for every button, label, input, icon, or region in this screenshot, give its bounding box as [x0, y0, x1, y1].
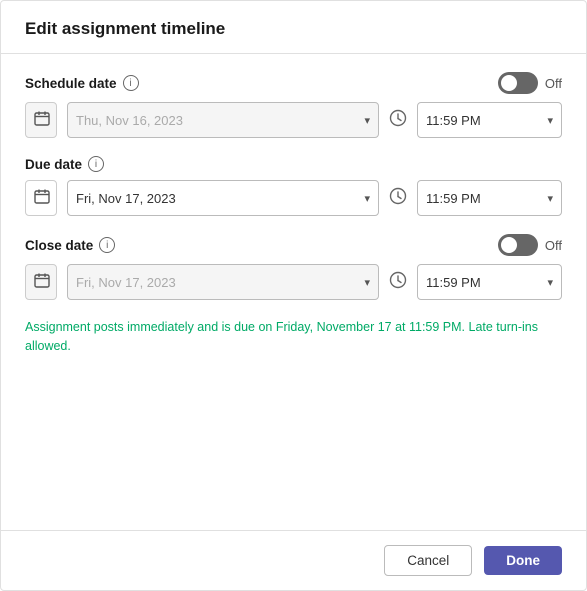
cancel-button[interactable]: Cancel: [384, 545, 472, 576]
due-calendar-icon: [34, 188, 50, 208]
schedule-time-chevron-icon: ▾: [547, 114, 553, 127]
edit-assignment-dialog: Edit assignment timeline Schedule date i…: [0, 0, 587, 591]
due-date-field-row: Fri, Nov 17, 2023 ▾ 11:59 PM ▾: [25, 180, 562, 216]
schedule-toggle[interactable]: [498, 72, 538, 94]
assignment-summary: Assignment posts immediately and is due …: [25, 318, 562, 356]
schedule-date-value: Thu, Nov 16, 2023: [76, 113, 356, 128]
close-time-chevron-icon: ▾: [547, 276, 553, 289]
close-date-value: Fri, Nov 17, 2023: [76, 275, 356, 290]
close-toggle-knob: [501, 237, 517, 253]
due-date-value: Fri, Nov 17, 2023: [76, 191, 356, 206]
due-info-icon[interactable]: i: [88, 156, 104, 172]
schedule-calendar-icon: [34, 110, 50, 130]
schedule-time-picker[interactable]: 11:59 PM ▾: [417, 102, 562, 138]
close-date-picker[interactable]: Fri, Nov 17, 2023 ▾: [67, 264, 379, 300]
dialog-header: Edit assignment timeline: [1, 1, 586, 54]
close-clock-icon: [389, 271, 407, 294]
close-toggle[interactable]: [498, 234, 538, 256]
close-toggle-group: Off: [498, 234, 562, 256]
due-time-chevron-icon: ▾: [547, 192, 553, 205]
schedule-date-label-row: Schedule date i Off: [25, 72, 562, 94]
schedule-date-field-row: Thu, Nov 16, 2023 ▾ 11:59 PM ▾: [25, 102, 562, 138]
schedule-toggle-group: Off: [498, 72, 562, 94]
due-date-picker[interactable]: Fri, Nov 17, 2023 ▾: [67, 180, 379, 216]
close-toggle-label: Off: [545, 238, 562, 253]
close-date-label: Close date: [25, 238, 93, 253]
schedule-date-chevron-icon: ▾: [364, 114, 370, 127]
due-time-value: 11:59 PM: [426, 191, 539, 206]
dialog-body: Schedule date i Off Thu, Nov 16, 2023 ▾: [1, 54, 586, 451]
due-calendar-icon-wrapper: [25, 180, 57, 216]
schedule-info-icon[interactable]: i: [123, 75, 139, 91]
close-date-label-row: Close date i Off: [25, 234, 562, 256]
schedule-clock-icon: [389, 109, 407, 131]
close-date-field-row: Fri, Nov 17, 2023 ▾ 11:59 PM ▾: [25, 264, 562, 300]
close-time-value: 11:59 PM: [426, 275, 539, 290]
close-calendar-icon: [34, 272, 50, 292]
due-date-chevron-icon: ▾: [364, 192, 370, 205]
due-clock-icon: [389, 187, 407, 210]
close-info-icon[interactable]: i: [99, 237, 115, 253]
close-date-chevron-icon: ▾: [364, 276, 370, 289]
due-date-label-row: Due date i: [25, 156, 562, 172]
schedule-calendar-icon-wrapper: [25, 102, 57, 138]
dialog-footer: Cancel Done: [1, 530, 586, 590]
schedule-time-value: 11:59 PM: [426, 113, 539, 128]
dialog-title: Edit assignment timeline: [25, 19, 225, 38]
done-button[interactable]: Done: [484, 546, 562, 575]
schedule-date-picker[interactable]: Thu, Nov 16, 2023 ▾: [67, 102, 379, 138]
schedule-date-label: Schedule date: [25, 76, 117, 91]
schedule-toggle-knob: [501, 75, 517, 91]
due-time-picker[interactable]: 11:59 PM ▾: [417, 180, 562, 216]
schedule-toggle-label: Off: [545, 76, 562, 91]
close-calendar-icon-wrapper: [25, 264, 57, 300]
due-date-label: Due date: [25, 157, 82, 172]
close-time-picker[interactable]: 11:59 PM ▾: [417, 264, 562, 300]
